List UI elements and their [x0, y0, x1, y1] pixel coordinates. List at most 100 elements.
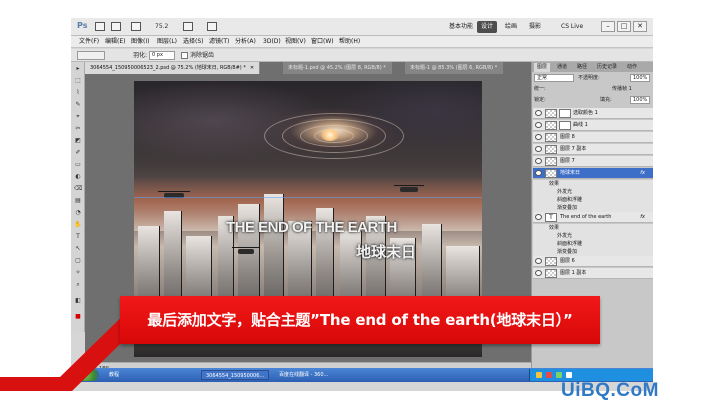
- eyedropper-tool-icon[interactable]: ◩: [74, 138, 82, 144]
- tab-history[interactable]: 历史记录: [594, 63, 620, 72]
- document-tab[interactable]: 未标题-1 @ 85.3% (图层 6, RGB/8) *: [405, 62, 504, 74]
- 3d-tool-icon[interactable]: ✧: [74, 270, 82, 276]
- tab-actions[interactable]: 动作: [624, 63, 640, 72]
- menu-filter[interactable]: 滤镜(T): [209, 37, 229, 47]
- taskbar-item-browser[interactable]: 百度在线翻译 - 360...: [275, 370, 332, 380]
- screen-mode-icon[interactable]: [207, 22, 217, 31]
- workspace-painting[interactable]: 绘画: [501, 21, 521, 33]
- visibility-eye-icon[interactable]: [535, 122, 542, 128]
- menu-view[interactable]: 视图(V): [285, 37, 306, 47]
- path-select-tool-icon[interactable]: ↖: [74, 246, 82, 252]
- document-tab-active[interactable]: 3064554_150950006523_2.psd @ 75.2% (地球末日…: [85, 62, 261, 74]
- workspace-design[interactable]: 设计: [477, 21, 498, 33]
- menu-3d[interactable]: 3D(D): [263, 37, 281, 47]
- menu-image[interactable]: 图像(I): [131, 37, 149, 47]
- layer-row[interactable]: T The end of the earth fx: [533, 212, 653, 223]
- tool-preset-picker[interactable]: [77, 51, 105, 60]
- layer-row[interactable]: 图层 1 副本: [533, 268, 653, 279]
- minibridge-icon[interactable]: [111, 22, 121, 31]
- crop-tool-icon[interactable]: ⌖: [74, 114, 82, 120]
- tray-icon[interactable]: [536, 372, 542, 378]
- zoom-level[interactable]: 75.2: [155, 21, 179, 32]
- quick-select-tool-icon[interactable]: ✎: [74, 102, 82, 108]
- taskbar-item-photoshop[interactable]: 3064554_150950006...: [201, 370, 270, 380]
- history-brush-tool-icon[interactable]: ◐: [74, 174, 82, 180]
- layer-row[interactable]: 地球末日 fx: [533, 168, 653, 179]
- helicopter: [238, 249, 254, 254]
- tab-paths[interactable]: 路径: [574, 63, 590, 72]
- menu-select[interactable]: 选择(S): [183, 37, 204, 47]
- visibility-eye-icon[interactable]: [535, 270, 542, 276]
- document-tab[interactable]: 未标题-1.psd @ 45.2% (图层 8, RGB/8) *: [283, 62, 392, 74]
- tab-channels[interactable]: 通道: [554, 63, 570, 72]
- move-tool-icon[interactable]: ▸: [74, 66, 82, 72]
- blend-mode-select[interactable]: 正常: [534, 74, 574, 82]
- bridge-icon[interactable]: [95, 22, 105, 31]
- slice-tool-icon[interactable]: ✂: [74, 126, 82, 132]
- layer-effect-item[interactable]: 外发光: [533, 232, 653, 240]
- layer-row[interactable]: 图层 7: [533, 156, 653, 167]
- layer-effect-item[interactable]: 效果: [533, 180, 653, 188]
- eraser-tool-icon[interactable]: ⌫: [74, 186, 82, 192]
- arrange-documents-icon[interactable]: [183, 22, 193, 31]
- layer-effect-item[interactable]: 外发光: [533, 188, 653, 196]
- layer-name: 图层 8: [560, 134, 575, 140]
- fill-input[interactable]: 100%: [630, 96, 650, 104]
- layer-effect-item[interactable]: 效果: [533, 224, 653, 232]
- menu-file[interactable]: 文件(F): [79, 37, 99, 47]
- layer-effect-item[interactable]: 斜面和浮雕: [533, 196, 653, 204]
- layer-name: 图层 7 副本: [560, 146, 587, 152]
- layer-row[interactable]: 选取颜色 1: [533, 108, 653, 119]
- visibility-eye-icon[interactable]: [535, 170, 542, 176]
- close-tab-icon[interactable]: ✕: [250, 65, 254, 71]
- type-tool-icon[interactable]: T: [74, 234, 82, 240]
- hand-tool-icon[interactable]: ✋: [74, 222, 82, 228]
- visibility-eye-icon[interactable]: [535, 146, 542, 152]
- layer-row[interactable]: 图层 7 副本: [533, 144, 653, 155]
- layer-effect-item[interactable]: 渐变叠加: [533, 248, 653, 256]
- cs-live-button[interactable]: CS Live: [561, 21, 583, 33]
- feather-input[interactable]: 0 px: [149, 51, 175, 60]
- visibility-eye-icon[interactable]: [535, 158, 542, 164]
- layer-name: 图层 7: [560, 158, 575, 164]
- menu-analysis[interactable]: 分析(A): [235, 37, 256, 47]
- menu-edit[interactable]: 编辑(E): [105, 37, 125, 47]
- layer-name: 地球末日: [560, 170, 581, 176]
- layer-row[interactable]: 图层 6: [533, 256, 653, 267]
- visibility-eye-icon[interactable]: [535, 110, 542, 116]
- visibility-eye-icon[interactable]: [535, 214, 542, 220]
- workspace-essentials[interactable]: 基本功能: [445, 21, 477, 33]
- menu-help[interactable]: 帮助(H): [339, 37, 360, 47]
- marquee-tool-icon[interactable]: ⬚: [74, 78, 82, 84]
- layer-effect-item[interactable]: 斜面和浮雕: [533, 240, 653, 248]
- layer-effect-item[interactable]: 渐变叠加: [533, 204, 653, 212]
- lasso-tool-icon[interactable]: ⌇: [74, 90, 82, 96]
- stamp-tool-icon[interactable]: ▭: [74, 162, 82, 168]
- gradient-tool-icon[interactable]: ▤: [74, 198, 82, 204]
- close-button[interactable]: ✕: [633, 21, 647, 32]
- brush-tool-icon[interactable]: ✐: [74, 150, 82, 156]
- effect-name: 渐变叠加: [557, 205, 578, 211]
- tray-icon[interactable]: [546, 372, 552, 378]
- visibility-eye-icon[interactable]: [535, 258, 542, 264]
- effect-name: 外发光: [557, 233, 573, 239]
- layer-row[interactable]: 图层 8: [533, 132, 653, 143]
- dodge-tool-icon[interactable]: ◔: [74, 210, 82, 216]
- layer-row[interactable]: 曲线 1: [533, 120, 653, 131]
- antialias-checkbox[interactable]: [181, 52, 188, 59]
- layer-name: 选取颜色 1: [573, 110, 598, 116]
- unify-row: 统一: 传播帧 1: [534, 85, 652, 94]
- menu-window[interactable]: 窗口(W): [311, 37, 334, 47]
- visibility-eye-icon[interactable]: [535, 134, 542, 140]
- shape-tool-icon[interactable]: ▢: [74, 258, 82, 264]
- opacity-input[interactable]: 100%: [630, 74, 650, 82]
- tab-layers[interactable]: 图层: [534, 63, 551, 72]
- helicopter-rotor: [232, 247, 260, 248]
- view-extras-icon[interactable]: [131, 22, 141, 31]
- tray-icon[interactable]: [556, 372, 562, 378]
- menu-layer[interactable]: 图层(L): [157, 37, 177, 47]
- tray-icon[interactable]: [566, 372, 572, 378]
- minimize-button[interactable]: –: [601, 21, 615, 32]
- workspace-photography[interactable]: 摄影: [525, 21, 545, 33]
- maximize-button[interactable]: □: [617, 21, 631, 32]
